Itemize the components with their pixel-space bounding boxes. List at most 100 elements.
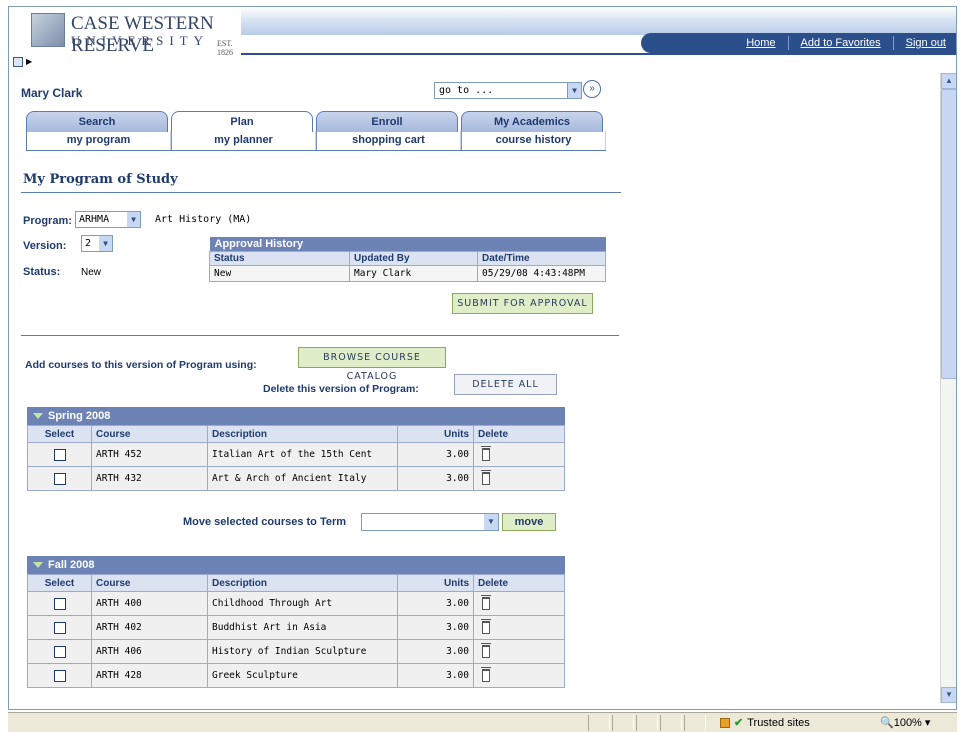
move-button[interactable]: move xyxy=(502,513,556,531)
tab-search[interactable]: Search xyxy=(26,111,168,132)
select-checkbox[interactable] xyxy=(53,645,66,658)
scroll-thumb[interactable] xyxy=(941,89,956,379)
term-header[interactable]: Spring 2008 xyxy=(27,407,565,425)
zone-label: Trusted sites xyxy=(747,717,810,729)
goto-select[interactable]: go to ... ▼ xyxy=(434,82,582,99)
subtab-my-program[interactable]: my program xyxy=(26,131,171,150)
subtab-shopping-cart[interactable]: shopping cart xyxy=(316,131,461,150)
course-description: Greek Sculpture xyxy=(207,663,398,688)
browser-status-bar: ✔ Trusted sites 🔍100% ▾ xyxy=(8,712,957,732)
course-units: 3.00 xyxy=(397,615,474,640)
table-row: ARTH 432 Art & Arch of Ancient Italy 3.0… xyxy=(27,466,565,491)
collapse-triangle-icon[interactable] xyxy=(33,562,43,569)
column-header: Units xyxy=(397,574,474,592)
course-units: 3.00 xyxy=(397,466,474,491)
column-header: Updated By xyxy=(349,251,478,266)
tab-enroll[interactable]: Enroll xyxy=(316,111,458,132)
chevron-down-icon[interactable]: ▼ xyxy=(484,514,498,530)
trash-icon[interactable] xyxy=(481,667,491,682)
term-section-spring: Spring 2008 Select Course Description Un… xyxy=(27,407,565,491)
browser-content: CASE WESTERN RESERVE UNIVERSITY EST. 182… xyxy=(8,6,957,710)
term-name: Fall 2008 xyxy=(48,559,95,571)
move-term-select[interactable]: ▼ xyxy=(361,513,499,531)
trash-icon[interactable] xyxy=(481,595,491,610)
menu-arrow-icon[interactable]: ▶ xyxy=(26,57,32,66)
header-band xyxy=(241,7,956,35)
chevron-down-icon[interactable]: ▼ xyxy=(567,83,581,98)
course-units: 3.00 xyxy=(397,663,474,688)
chevron-down-icon[interactable]: ▼ xyxy=(99,236,112,251)
version-select[interactable]: 2 ▼ xyxy=(81,235,113,252)
delete-version-label: Delete this version of Program: xyxy=(263,383,419,395)
table-row: ARTH 428 Greek Sculpture 3.00 xyxy=(27,663,565,688)
scroll-up-icon[interactable]: ▲ xyxy=(941,73,956,89)
approval-history-table: Approval History Status Updated By Date/… xyxy=(209,237,606,282)
goto-go-button[interactable]: » xyxy=(583,80,601,98)
column-header: Select xyxy=(27,425,92,443)
page-title: My Program of Study xyxy=(23,172,178,187)
title-divider xyxy=(21,192,621,193)
tab-plan[interactable]: Plan xyxy=(171,111,313,132)
table-row: ARTH 452 Italian Art of the 15th Cent 3.… xyxy=(27,442,565,467)
course-code: ARTH 402 xyxy=(91,615,208,640)
nav-home-link[interactable]: Home xyxy=(734,36,787,50)
collapse-triangle-icon[interactable] xyxy=(33,413,43,420)
course-units: 3.00 xyxy=(397,442,474,467)
version-label: Version: xyxy=(23,240,67,252)
delete-all-button[interactable]: DELETE ALL xyxy=(454,374,557,395)
tab-my-academics[interactable]: My Academics xyxy=(461,111,603,132)
protected-mode-icon xyxy=(720,718,730,729)
header-divider xyxy=(241,53,956,55)
menu-toggle-icon[interactable] xyxy=(13,57,23,67)
column-header: Delete xyxy=(473,425,565,443)
select-checkbox[interactable] xyxy=(53,597,66,610)
column-header: Course xyxy=(91,425,208,443)
subtab-my-planner[interactable]: my planner xyxy=(171,131,316,150)
trash-icon[interactable] xyxy=(481,619,491,634)
course-grid: Select Course Description Units Delete A… xyxy=(27,425,565,491)
select-checkbox[interactable] xyxy=(53,621,66,634)
course-units: 3.00 xyxy=(397,639,474,664)
submit-for-approval-button[interactable]: SUBMIT FOR APPROVAL xyxy=(452,293,593,314)
select-checkbox[interactable] xyxy=(53,448,66,461)
status-label: Status: xyxy=(23,266,61,278)
browse-catalog-button[interactable]: BROWSE COURSE CATALOG xyxy=(298,347,446,382)
course-code: ARTH 428 xyxy=(91,663,208,688)
table-row: ARTH 402 Buddhist Art in Asia 3.00 xyxy=(27,615,565,640)
program-select[interactable]: ARHMA ▼ xyxy=(75,211,141,228)
program-label: Program: xyxy=(23,215,72,227)
chevron-down-icon[interactable]: ▼ xyxy=(127,212,140,227)
add-courses-label: Add courses to this version of Program u… xyxy=(25,359,257,371)
trash-icon[interactable] xyxy=(481,446,491,461)
course-code: ARTH 406 xyxy=(91,639,208,664)
course-units: 3.00 xyxy=(397,591,474,616)
scroll-down-icon[interactable]: ▼ xyxy=(941,687,956,703)
course-code: ARTH 432 xyxy=(91,466,208,491)
goto-value: go to ... xyxy=(439,85,494,96)
select-checkbox[interactable] xyxy=(53,669,66,682)
trash-icon[interactable] xyxy=(481,643,491,658)
logo-line2: UNIVERSITY xyxy=(71,33,209,48)
term-header[interactable]: Fall 2008 xyxy=(27,556,565,574)
zoom-level: 100% xyxy=(893,717,922,729)
column-header: Select xyxy=(27,574,92,592)
trash-icon[interactable] xyxy=(481,470,491,485)
security-zone: ✔ Trusted sites xyxy=(720,715,810,731)
program-value: ARHMA xyxy=(79,214,110,225)
course-grid: Select Course Description Units Delete A… xyxy=(27,574,565,688)
table-cell: 05/29/08 4:43:48PM xyxy=(477,265,606,282)
term-section-fall: Fall 2008 Select Course Description Unit… xyxy=(27,556,565,688)
term-name: Spring 2008 xyxy=(48,410,111,422)
subtab-course-history[interactable]: course history xyxy=(461,131,606,150)
course-description: Art & Arch of Ancient Italy xyxy=(207,466,398,491)
column-header: Date/Time xyxy=(477,251,606,266)
column-header: Description xyxy=(207,574,398,592)
nav-favorites-link[interactable]: Add to Favorites xyxy=(787,36,893,50)
nav-signout-link[interactable]: Sign out xyxy=(892,36,956,50)
vertical-scrollbar[interactable]: ▲ ▼ xyxy=(940,73,956,703)
course-description: History of Indian Sculpture xyxy=(207,639,398,664)
table-cell: New xyxy=(209,265,350,282)
university-logo: CASE WESTERN RESERVE UNIVERSITY EST. 182… xyxy=(31,11,233,57)
zoom-control[interactable]: 🔍100% ▾ xyxy=(880,715,930,731)
select-checkbox[interactable] xyxy=(53,472,66,485)
